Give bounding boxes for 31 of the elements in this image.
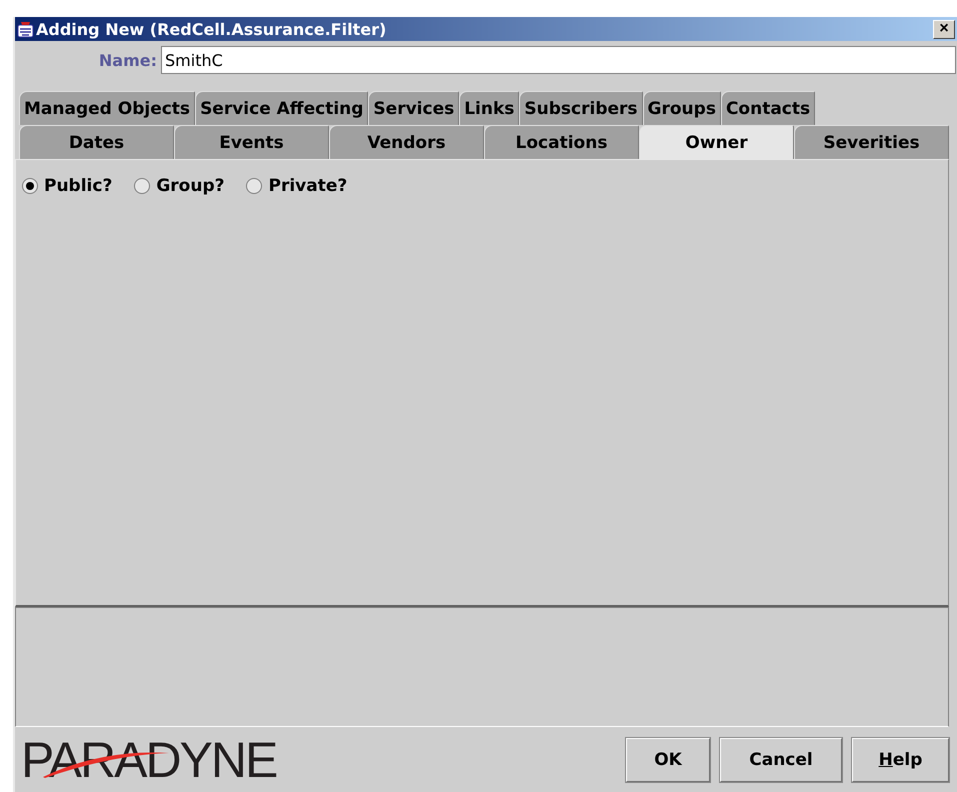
tab[interactable]: Services xyxy=(368,91,460,125)
radio-button[interactable] xyxy=(134,178,150,194)
tab[interactable]: Groups xyxy=(642,91,721,125)
radio-button[interactable] xyxy=(22,178,38,194)
app-icon xyxy=(17,20,34,38)
name-label: Name: xyxy=(98,50,158,70)
dialog-button[interactable]: Cancel xyxy=(720,738,842,782)
radio-option[interactable]: Group? xyxy=(134,176,224,196)
tab[interactable]: Service Affecting xyxy=(195,91,368,125)
radio-button[interactable] xyxy=(246,178,262,194)
dialog-button[interactable]: Help xyxy=(852,738,949,782)
tab[interactable]: Contacts xyxy=(720,91,816,125)
tab[interactable]: Owner xyxy=(639,125,794,159)
tab[interactable]: Dates xyxy=(19,125,174,159)
tab[interactable]: Subscribers xyxy=(519,91,643,125)
radio-label: Group? xyxy=(156,176,224,196)
dialog-button[interactable]: OK xyxy=(626,738,710,782)
radio-label: Private? xyxy=(268,176,348,196)
name-field[interactable]: SmithC xyxy=(161,46,956,74)
window-title: Adding New (RedCell.Assurance.Filter) xyxy=(36,20,388,38)
tab[interactable]: Managed Objects xyxy=(19,91,196,125)
tab[interactable]: Links xyxy=(459,91,520,125)
tab[interactable]: Events xyxy=(174,125,329,159)
tab[interactable]: Vendors xyxy=(329,125,484,159)
close-button[interactable]: × xyxy=(933,20,955,38)
tab[interactable]: Locations xyxy=(484,125,639,159)
radio-label: Public? xyxy=(44,176,112,196)
radio-option[interactable]: Public? xyxy=(22,176,112,196)
radio-option[interactable]: Private? xyxy=(246,176,348,196)
tab[interactable]: Severities xyxy=(794,125,949,159)
company-logo: PARADYNE xyxy=(21,730,276,788)
